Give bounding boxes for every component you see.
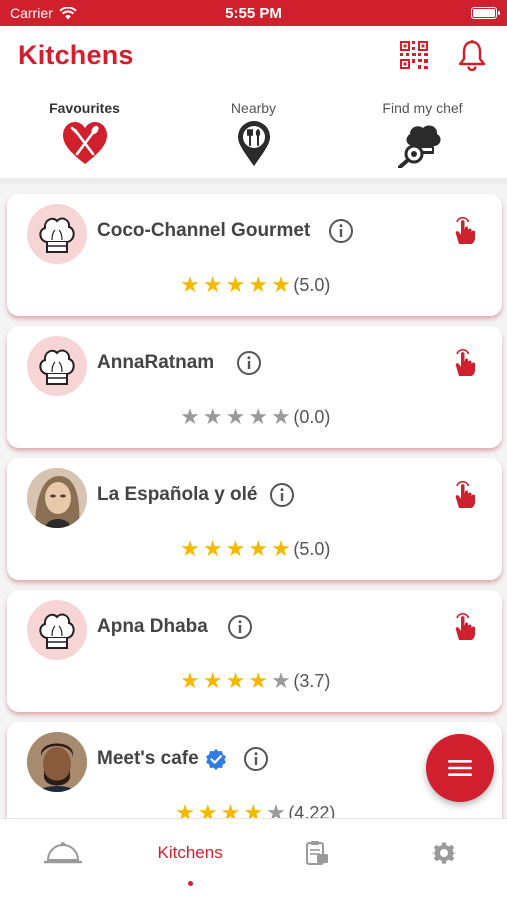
star-filled-icon: ★ bbox=[225, 668, 246, 693]
avatar bbox=[27, 336, 87, 396]
rating-value: (5.0) bbox=[293, 274, 331, 295]
tap-hand-icon[interactable] bbox=[452, 480, 478, 510]
app-header: Kitchens bbox=[0, 26, 507, 84]
orders-icon bbox=[305, 840, 328, 865]
tab-home[interactable] bbox=[0, 819, 127, 900]
info-icon[interactable] bbox=[227, 614, 253, 640]
star-filled-icon: ★ bbox=[180, 668, 200, 693]
star-filled-icon: ★ bbox=[202, 272, 223, 297]
tab-kitchens[interactable]: Kitchens bbox=[127, 819, 254, 900]
chef-hat-icon bbox=[39, 613, 75, 649]
avatar bbox=[27, 732, 87, 792]
tap-hand-icon[interactable] bbox=[452, 348, 478, 378]
avatar bbox=[27, 204, 87, 264]
chef-hat-icon bbox=[39, 349, 75, 385]
tab-settings[interactable] bbox=[380, 819, 507, 900]
info-icon[interactable] bbox=[269, 482, 295, 508]
tap-hand-icon[interactable] bbox=[452, 216, 478, 246]
star-empty-icon: ★ bbox=[248, 404, 269, 429]
kitchen-card[interactable]: Apna Dhaba ★ ★ ★ ★ ★ (3.7) bbox=[7, 590, 502, 712]
kitchen-card[interactable]: AnnaRatnam ★ ★ ★ ★ ★ (0.0) bbox=[7, 326, 502, 448]
kitchen-name[interactable]: Meet's cafe bbox=[97, 748, 199, 770]
status-left: Carrier bbox=[10, 5, 77, 21]
rating-value: (5.0) bbox=[293, 538, 331, 559]
star-filled-icon: ★ bbox=[225, 536, 246, 561]
star-filled-icon: ★ bbox=[202, 668, 223, 693]
star-filled-icon: ★ bbox=[248, 536, 269, 561]
chef-hat-icon bbox=[39, 217, 75, 253]
kitchen-list[interactable]: Coco-Channel Gourmet ★ ★ ★ ★ ★ (5.0) Ann… bbox=[0, 190, 507, 818]
star-filled-icon: ★ bbox=[248, 272, 269, 297]
location-pin-icon bbox=[237, 121, 270, 166]
category-favourites[interactable]: Favourites bbox=[0, 84, 169, 178]
star-empty-icon: ★ bbox=[225, 404, 246, 429]
qr-code-icon bbox=[400, 41, 428, 69]
battery-icon bbox=[471, 7, 500, 19]
rating-value: (4.22) bbox=[288, 802, 336, 819]
profile-photo bbox=[27, 468, 87, 528]
star-filled-icon: ★ bbox=[271, 272, 291, 297]
star-empty-icon: ★ bbox=[180, 404, 200, 429]
rating: ★ ★ ★ ★ ★ (5.0) bbox=[7, 274, 502, 296]
kitchen-name[interactable]: Apna Dhaba bbox=[97, 616, 208, 638]
star-filled-icon: ★ bbox=[271, 536, 291, 561]
chef-search-icon bbox=[397, 125, 441, 168]
star-empty-icon: ★ bbox=[202, 404, 223, 429]
notifications-button[interactable] bbox=[455, 38, 489, 72]
rating: ★ ★ ★ ★ ★ (4.22) bbox=[7, 800, 502, 819]
tab-orders[interactable] bbox=[254, 819, 381, 900]
heart-cutlery-icon bbox=[62, 122, 107, 164]
qr-code-button[interactable] bbox=[397, 38, 431, 72]
rating: ★ ★ ★ ★ ★ (5.0) bbox=[7, 538, 502, 560]
tap-hand-icon[interactable] bbox=[452, 612, 478, 642]
star-filled-icon: ★ bbox=[243, 800, 264, 819]
category-nearby[interactable]: Nearby bbox=[169, 84, 338, 178]
menu-icon bbox=[448, 760, 472, 776]
star-empty-icon: ★ bbox=[271, 404, 291, 429]
kitchen-name[interactable]: AnnaRatnam bbox=[97, 352, 214, 374]
kitchen-card[interactable]: Coco-Channel Gourmet ★ ★ ★ ★ ★ (5.0) bbox=[7, 194, 502, 316]
star-filled-icon: ★ bbox=[202, 536, 223, 561]
info-icon[interactable] bbox=[236, 350, 262, 376]
active-tab-indicator bbox=[187, 881, 193, 886]
rating: ★ ★ ★ ★ ★ (0.0) bbox=[7, 406, 502, 428]
avatar bbox=[27, 600, 87, 660]
rating: ★ ★ ★ ★ ★ (3.7) bbox=[7, 670, 502, 692]
menu-fab-button[interactable] bbox=[426, 734, 494, 802]
kitchen-name[interactable]: La Española y olé bbox=[97, 484, 258, 506]
star-filled-icon: ★ bbox=[175, 800, 195, 819]
info-icon[interactable] bbox=[243, 746, 269, 772]
rating-value: (3.7) bbox=[293, 670, 331, 691]
page-title: Kitchens bbox=[18, 39, 134, 70]
category-label: Find my chef bbox=[382, 100, 463, 116]
category-label: Nearby bbox=[230, 100, 277, 116]
star-empty-icon: ★ bbox=[271, 668, 291, 693]
star-empty-icon: ★ bbox=[266, 800, 286, 819]
carrier-label: Carrier bbox=[10, 5, 53, 21]
status-bar: Carrier 5:55 PM bbox=[0, 0, 507, 26]
rating-value: (0.0) bbox=[293, 406, 331, 427]
star-filled-icon: ★ bbox=[180, 536, 200, 561]
verified-badge-icon bbox=[206, 749, 226, 770]
gear-icon bbox=[431, 841, 456, 864]
profile-photo bbox=[27, 732, 87, 792]
kitchen-card[interactable]: La Española y olé ★ ★ ★ ★ ★ (5.0) bbox=[7, 458, 502, 580]
category-find-my-chef[interactable]: Find my chef bbox=[338, 84, 507, 178]
category-label: Favourites bbox=[49, 100, 120, 116]
kitchen-name[interactable]: Coco-Channel Gourmet bbox=[97, 220, 310, 242]
star-filled-icon: ★ bbox=[197, 800, 218, 819]
star-filled-icon: ★ bbox=[225, 272, 246, 297]
star-filled-icon: ★ bbox=[220, 800, 241, 819]
bottom-tab-bar: Kitchens bbox=[0, 818, 507, 900]
tab-label: Kitchens bbox=[157, 842, 223, 862]
star-filled-icon: ★ bbox=[248, 668, 269, 693]
category-tabs: Favourites Nearby Find my chef bbox=[0, 84, 507, 184]
info-icon[interactable] bbox=[328, 218, 354, 244]
cloche-icon bbox=[44, 841, 83, 863]
bell-icon bbox=[458, 40, 486, 71]
wifi-icon bbox=[59, 6, 77, 19]
avatar bbox=[27, 468, 87, 528]
star-filled-icon: ★ bbox=[180, 272, 200, 297]
